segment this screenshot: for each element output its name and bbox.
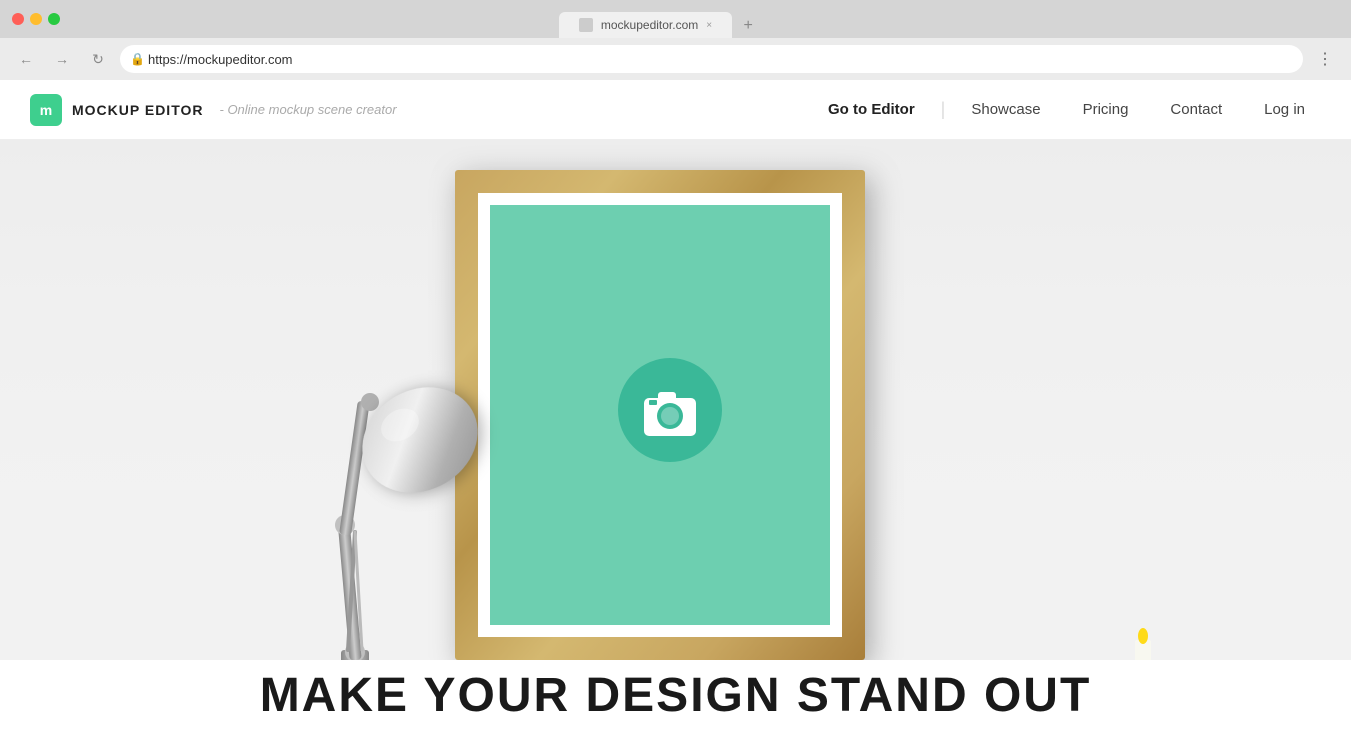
contact-link[interactable]: Contact <box>1154 93 1238 126</box>
new-tab-button[interactable]: + <box>736 14 760 38</box>
traffic-lights <box>12 13 60 25</box>
close-button[interactable] <box>12 13 24 25</box>
hero-headline: MAKE YOUR DESIGN STAND OUT <box>260 668 1092 723</box>
showcase-link[interactable]: Showcase <box>955 93 1056 126</box>
login-link[interactable]: Log in <box>1248 93 1321 126</box>
reload-button[interactable]: ↻ <box>84 45 112 73</box>
browser-menu-button[interactable]: ⋮ <box>1311 45 1339 73</box>
browser-chrome: mockupeditor.com × + ← → ↻ 🔒 ⋮ <box>0 0 1351 80</box>
browser-titlebar: mockupeditor.com × + <box>0 0 1351 38</box>
tab-title: mockupeditor.com <box>601 18 698 32</box>
browser-tab[interactable]: mockupeditor.com × <box>559 12 732 38</box>
brand-logo: m <box>30 94 62 126</box>
hero-text-bar: MAKE YOUR DESIGN STAND OUT <box>0 660 1351 730</box>
hero-visual <box>0 140 1351 730</box>
logo-letter: m <box>40 102 52 118</box>
maximize-button[interactable] <box>48 13 60 25</box>
lock-icon: 🔒 <box>130 52 145 66</box>
go-to-editor-button[interactable]: Go to Editor <box>812 93 931 126</box>
tab-close-button[interactable]: × <box>706 20 712 31</box>
brand-name: MOCKUP EDITOR <box>72 102 204 118</box>
url-input[interactable] <box>120 45 1303 73</box>
address-bar-row: ← → ↻ 🔒 ⋮ <box>0 38 1351 80</box>
back-button[interactable]: ← <box>12 45 40 73</box>
nav-links: Go to Editor | Showcase Pricing Contact … <box>812 93 1321 126</box>
site-navigation: m MOCKUP EDITOR - Online mockup scene cr… <box>0 80 1351 140</box>
brand-tagline: - Online mockup scene creator <box>220 102 397 117</box>
forward-button[interactable]: → <box>48 45 76 73</box>
tab-favicon <box>579 18 593 32</box>
brand: m MOCKUP EDITOR - Online mockup scene cr… <box>30 94 397 126</box>
website-content: m MOCKUP EDITOR - Online mockup scene cr… <box>0 80 1351 730</box>
address-bar[interactable]: 🔒 <box>120 45 1303 73</box>
minimize-button[interactable] <box>30 13 42 25</box>
pricing-link[interactable]: Pricing <box>1067 93 1145 126</box>
hero-section: MAKE YOUR DESIGN STAND OUT <box>0 140 1351 730</box>
nav-divider: | <box>941 99 946 120</box>
hero-scene <box>0 140 1351 730</box>
